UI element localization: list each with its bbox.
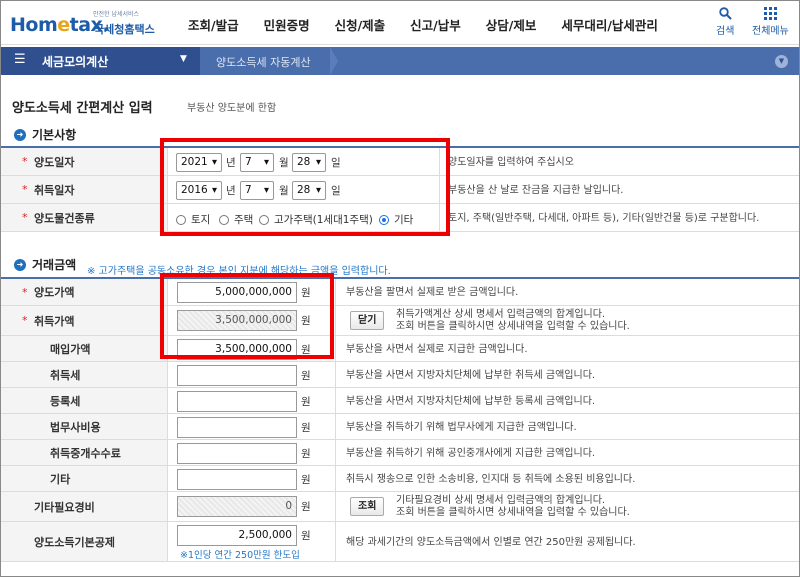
desc-transfer-price: 부동산을 팔면서 실제로 받은 금액입니다.	[346, 287, 519, 298]
logo-korean-name: 국세청홈택스	[94, 23, 155, 36]
nav-item-filing[interactable]: 신고/납부	[410, 15, 461, 34]
breadcrumb-separator-icon	[330, 47, 338, 75]
desc-basic-deduction: 해당 과세기간의 양도소득금액에서 인별로 연간 250만원 공제됩니다.	[346, 537, 636, 548]
desc-brokerage-fee: 부동산을 취득하기 위해 공인중개사에게 지급한 금액입니다.	[346, 448, 596, 459]
other-cost-input[interactable]	[177, 469, 297, 490]
row-other-expenses: 기타필요경비 0 원 조회 기타필요경비 상세 명세서 입력금액의 합계입니다.…	[0, 492, 800, 522]
legal-fee-input[interactable]	[177, 417, 297, 438]
section-basic-heading: ➜ 기본사항	[14, 126, 76, 143]
page-subtitle: 부동산 양도분에 한함	[187, 103, 277, 114]
required-mark: *	[22, 285, 28, 299]
label-transfer-date: 양도일자	[34, 155, 75, 169]
label-transfer-price: 양도가액	[34, 286, 75, 299]
amount-table: * 양도가액 5,000,000,000 원 부동산을 팔면서 실제로 받은 금액…	[0, 277, 800, 562]
label-acquire-price: 취득가액	[34, 314, 75, 328]
acquisition-tax-input[interactable]	[177, 365, 297, 386]
menu-title: 세금모의계산	[42, 55, 109, 69]
row-acquire-price: * 취득가액 3,500,000,000 원 닫기 취득가액계산 상세 명세서 입…	[0, 306, 800, 336]
chevron-down-icon[interactable]: ▼	[775, 55, 788, 68]
label-property-type: 양도물건종류	[34, 211, 95, 225]
breadcrumb-bar: ☰ 세금모의계산 ▼ 양도소득세 자동계산 ▼	[0, 47, 800, 75]
basic-deduction-input[interactable]: 2,500,000	[177, 525, 297, 546]
nav-item-application[interactable]: 신청/제출	[335, 15, 386, 34]
desc-transfer-date: 양도일자를 입력하여 주십시오	[448, 157, 574, 168]
required-mark: *	[22, 314, 28, 327]
row-other-cost: 기타 원 취득시 쟁송으로 인한 소송비용, 인지대 등 취득에 소용된 비용입…	[0, 466, 800, 492]
other-expenses-input: 0	[177, 496, 297, 517]
arrow-circle-icon: ➜	[14, 258, 26, 271]
all-menu-button[interactable]: 전체메뉴	[752, 7, 789, 37]
desc-property-type: 토지, 주택(일반주택, 다세대, 아파트 등), 기타(일반건물 등)로 구분…	[448, 213, 760, 224]
row-legal-fee: 법무사비용 원 부동산을 취득하기 위해 법무사에게 지급한 금액입니다.	[0, 414, 800, 440]
row-transfer-price: * 양도가액 5,000,000,000 원 부동산을 팔면서 실제로 받은 금액…	[0, 279, 800, 306]
label-registration-tax: 등록세	[50, 394, 81, 408]
required-mark: *	[22, 183, 28, 196]
desc-other-expenses-2: 조회 버튼을 클릭하시면 상세내역을 입력할 수 있습니다.	[396, 507, 630, 518]
section-amount-heading: ➜ 거래금액	[14, 256, 76, 273]
main-nav: 조회/발급 민원증명 신청/제출 신고/납부 상담/제보 세무대리/납세관리	[188, 15, 683, 34]
close-button[interactable]: 닫기	[350, 311, 385, 330]
desc-acquisition-tax: 부동산을 사면서 지방자치단체에 납부한 취득세 금액입니다.	[346, 370, 596, 381]
deduction-limit-note: ※1인당 연간 250만원 한도입	[180, 550, 300, 561]
row-registration-tax: 등록세 원 부동산을 사면서 지방자치단체에 납부한 등록세 금액입니다.	[0, 388, 800, 414]
submenu-label[interactable]: 양도소득세 자동계산	[216, 54, 311, 70]
highlight-box-basic	[160, 138, 450, 236]
nav-item-consulting[interactable]: 상담/제보	[486, 15, 537, 34]
top-header: 안전한 납세서비스 Hometax. 국세청홈택스 조회/발급 민원증명 신청/…	[0, 0, 800, 45]
search-icon	[716, 7, 734, 22]
row-acquisition-tax: 취득세 원 부동산을 사면서 지방자치단체에 납부한 취득세 금액입니다.	[0, 362, 800, 388]
registration-tax-input[interactable]	[177, 391, 297, 412]
label-purchase-price: 매입가액	[50, 342, 91, 356]
brokerage-fee-input[interactable]	[177, 443, 297, 464]
required-mark: *	[22, 211, 28, 224]
desc-acquire-price-2: 조회 버튼을 클릭하시면 상세내역을 입력할 수 있습니다.	[396, 321, 630, 332]
desc-purchase-price: 부동산을 사면서 실제로 지급한 금액입니다.	[346, 344, 528, 355]
inquiry-button[interactable]: 조회	[350, 497, 385, 516]
label-brokerage-fee: 취득중개수수료	[50, 446, 121, 460]
required-mark: *	[22, 155, 28, 168]
highlight-box-amount	[160, 273, 334, 359]
label-legal-fee: 법무사비용	[50, 420, 101, 434]
nav-item-tax-agent[interactable]: 세무대리/납세관리	[561, 15, 658, 34]
nav-item-certificates[interactable]: 민원증명	[264, 15, 310, 34]
dropdown-triangle-icon: ▼	[180, 54, 187, 64]
label-acquisition-tax: 취득세	[50, 368, 81, 382]
row-brokerage-fee: 취득중개수수료 원 부동산을 취득하기 위해 공인중개사에게 지급한 금액입니다…	[0, 440, 800, 466]
arrow-circle-icon: ➜	[14, 128, 26, 141]
hometax-logo[interactable]: 안전한 납세서비스 Hometax. 국세청홈택스	[10, 6, 170, 40]
hamburger-icon: ☰	[14, 52, 26, 67]
search-label: 검색	[716, 26, 735, 37]
row-purchase-price: 매입가액 3,500,000,000 원 부동산을 사면서 실제로 지급한 금액…	[0, 336, 800, 362]
desc-legal-fee: 부동산을 취득하기 위해 법무사에게 지급한 금액입니다.	[346, 422, 577, 433]
label-other-expenses: 기타필요경비	[34, 500, 95, 514]
nav-item-inquiry[interactable]: 조회/발급	[188, 15, 239, 34]
label-other-cost: 기타	[50, 472, 71, 486]
row-basic-deduction: 양도소득기본공제 2,500,000 원 ※1인당 연간 250만원 한도입 해…	[0, 522, 800, 562]
desc-other-cost: 취득시 쟁송으로 인한 소송비용, 인지대 등 취득에 소용된 비용입니다.	[346, 474, 636, 485]
label-basic-deduction: 양도소득기본공제	[34, 535, 115, 549]
desc-acquire-date: 부동산을 산 날로 잔금을 지급한 날입니다.	[448, 185, 624, 196]
desc-registration-tax: 부동산을 사면서 지방자치단체에 납부한 등록세 금액입니다.	[346, 396, 596, 407]
grid-icon	[752, 7, 789, 22]
menu-dropdown[interactable]: ☰ 세금모의계산 ▼	[0, 47, 200, 75]
label-acquire-date: 취득일자	[34, 183, 75, 197]
search-button[interactable]: 검색	[716, 7, 734, 37]
page-title: 양도소득세 간편계산 입력	[12, 101, 153, 116]
all-menu-label: 전체메뉴	[752, 26, 789, 37]
